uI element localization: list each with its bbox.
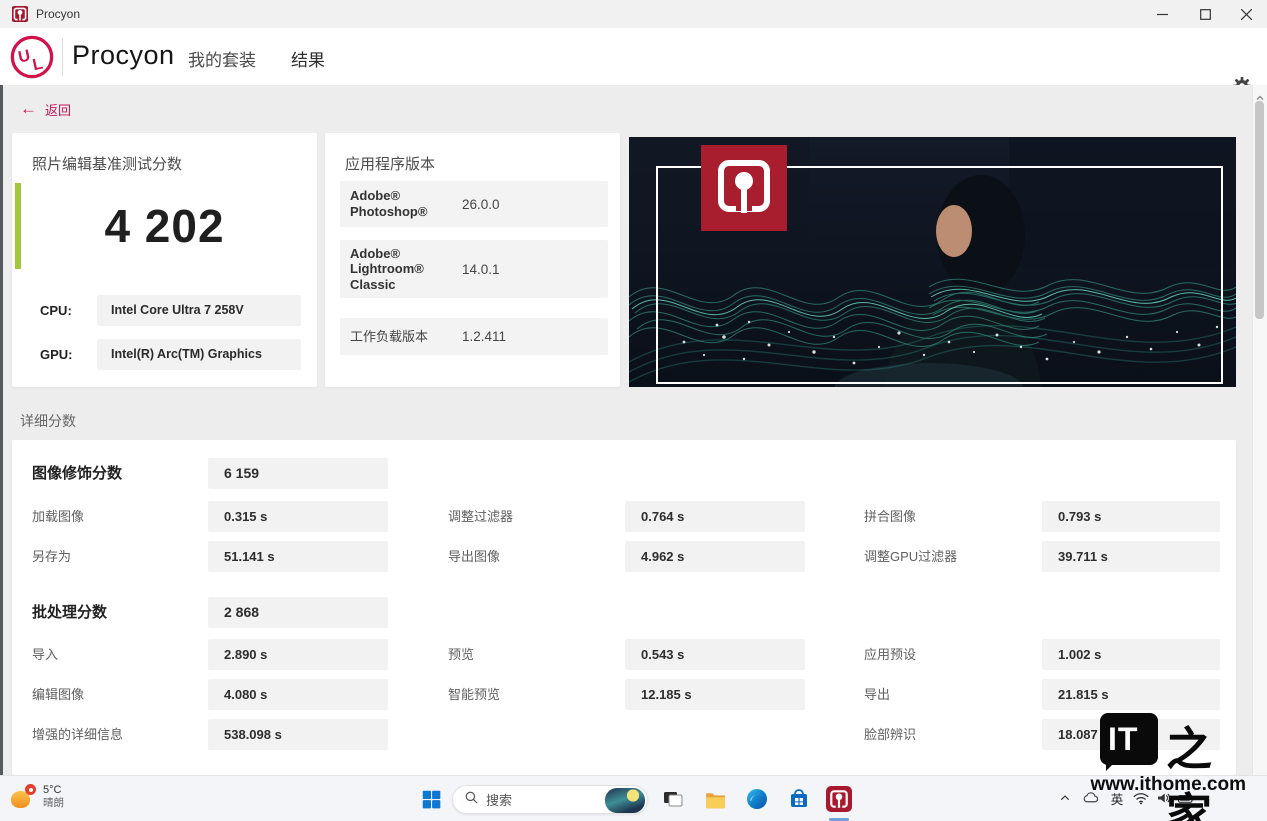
score-card-title: 照片编辑基准测试分数 (32, 153, 182, 174)
metric-label: 拼合图像 (864, 501, 916, 532)
version-app-name: Adobe® Photoshop® (350, 188, 462, 219)
start-button[interactable] (418, 786, 444, 812)
metric-value: 1.002 s (1042, 639, 1220, 670)
metric-label: 导出图像 (448, 541, 500, 572)
metric-value: 12.185 s (625, 679, 805, 710)
app-versions-card: 应用程序版本 Adobe® Photoshop® 26.0.0 Adobe® L… (325, 133, 620, 387)
version-row: Adobe® Photoshop® 26.0.0 (340, 181, 608, 227)
version-number: 26.0.0 (462, 197, 500, 212)
gpu-label: GPU: (40, 339, 73, 370)
version-app-name: 工作负载版本 (350, 329, 462, 345)
window-title: Procyon (36, 7, 80, 21)
ithome-watermark-logo: IT 之家 (1100, 711, 1240, 769)
microsoft-store-icon[interactable] (786, 786, 812, 812)
metric-value: 538.098 s (208, 719, 388, 750)
metric-label: 批处理分数 (32, 597, 107, 628)
metric-value: 2 868 (208, 597, 388, 628)
window-titlebar: Procyon (0, 0, 1267, 29)
weather-widget[interactable]: 5°C 晴朗 (10, 784, 64, 810)
close-button[interactable] (1223, 0, 1267, 28)
metric-label: 另存为 (32, 541, 71, 572)
maximize-button[interactable] (1182, 0, 1228, 28)
benchmark-score: 4 202 (12, 199, 317, 253)
metric-label: 加载图像 (32, 501, 84, 532)
metric-label: 智能预览 (448, 679, 500, 710)
results-page: ← 返回 照片编辑基准测试分数 4 202 CPU: Intel Core Ul… (0, 85, 1267, 775)
file-explorer-icon[interactable] (702, 786, 728, 812)
ithome-logo-box: IT (1100, 713, 1158, 765)
cpu-label: CPU: (40, 295, 72, 326)
benchmark-score-card: 照片编辑基准测试分数 4 202 CPU: Intel Core Ultra 7… (12, 133, 317, 387)
back-button[interactable]: ← 返回 (20, 99, 71, 119)
scroll-up-arrow-icon[interactable] (1256, 89, 1264, 97)
version-row: 工作负载版本 1.2.411 (340, 318, 608, 355)
metric-label: 预览 (448, 639, 474, 670)
ithome-logo-zh: 之家 (1166, 713, 1240, 821)
metric-label: 调整GPU过滤器 (864, 541, 957, 572)
detailed-scores-card: 图像修饰分数 6 159 加载图像 0.315 s 调整过滤器 0.764 s … (12, 440, 1236, 775)
procyon-taskbar-icon[interactable] (826, 786, 852, 812)
weather-condition: 晴朗 (43, 797, 64, 810)
metric-value: 0.315 s (208, 501, 388, 532)
gpu-value: Intel(R) Arc(TM) Graphics (97, 339, 301, 370)
metric-value: 4.080 s (208, 679, 388, 710)
ithome-logo-it: IT (1108, 721, 1138, 758)
metric-value: 0.543 s (625, 639, 805, 670)
search-icon (464, 790, 479, 810)
metric-value: 51.141 s (208, 541, 388, 572)
weather-temp: 5°C (43, 784, 64, 797)
procyon-hero-image (629, 137, 1236, 387)
brand-title: Procyon (72, 40, 175, 71)
metric-label: 导出 (864, 679, 890, 710)
search-highlight-image[interactable] (605, 788, 645, 813)
scrollbar-thumb[interactable] (1255, 101, 1264, 319)
back-arrow-icon: ← (20, 99, 37, 119)
metric-label: 脸部辨识 (864, 719, 916, 750)
metric-value: 21.815 s (1042, 679, 1220, 710)
header-divider (62, 38, 63, 76)
search-input[interactable]: 搜索 (452, 785, 648, 814)
versions-card-title: 应用程序版本 (345, 153, 435, 174)
metric-value: 6 159 (208, 458, 388, 489)
task-view-icon[interactable] (660, 786, 686, 812)
metric-label: 应用预设 (864, 639, 916, 670)
app-header: UL Procyon 我的套装 结果 (0, 28, 1267, 86)
metric-label: 增强的详细信息 (32, 719, 123, 750)
minimize-button[interactable] (1139, 0, 1185, 28)
metric-label: 编辑图像 (32, 679, 84, 710)
ul-logo-icon: UL (9, 34, 55, 80)
screen: Procyon UL Procyon 我的套装 结果 (0, 0, 1267, 821)
metric-label: 导入 (32, 639, 58, 670)
weather-icon (10, 784, 36, 810)
cpu-value: Intel Core Ultra 7 258V (97, 295, 301, 326)
metric-value: 0.793 s (1042, 501, 1220, 532)
windows-logo-icon (420, 788, 442, 810)
details-section-title: 详细分数 (20, 411, 76, 431)
version-app-name: Adobe® Lightroom® Classic (350, 246, 462, 293)
metric-value: 0.764 s (625, 501, 805, 532)
version-number: 1.2.411 (462, 329, 506, 344)
tab-results[interactable]: 结果 (291, 46, 325, 71)
ithome-watermark-url: www.ithome.com (1056, 774, 1246, 796)
version-number: 14.0.1 (462, 262, 500, 277)
metric-value: 2.890 s (208, 639, 388, 670)
edge-browser-icon[interactable] (744, 786, 770, 812)
metric-value: 39.711 s (1042, 541, 1220, 572)
window-edge (0, 85, 3, 775)
vertical-scrollbar[interactable] (1252, 85, 1267, 775)
version-row: Adobe® Lightroom® Classic 14.0.1 (340, 240, 608, 298)
metric-label: 调整过滤器 (448, 501, 513, 532)
search-placeholder: 搜索 (486, 790, 512, 809)
back-label: 返回 (45, 100, 71, 119)
metric-label: 图像修饰分数 (32, 458, 122, 489)
metric-value: 4.962 s (625, 541, 805, 572)
tab-my-suites[interactable]: 我的套装 (188, 46, 256, 71)
procyon-logo-badge (701, 145, 787, 231)
procyon-app-icon (12, 6, 28, 22)
